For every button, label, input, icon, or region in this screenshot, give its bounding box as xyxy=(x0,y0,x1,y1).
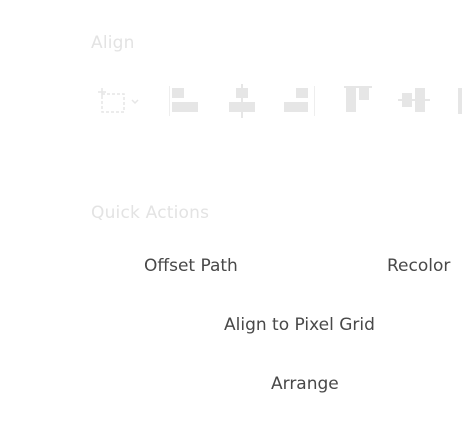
toolbar-divider xyxy=(314,86,315,116)
quick-actions-section-title: Quick Actions xyxy=(91,203,210,223)
align-section-title: Align xyxy=(91,33,135,53)
offset-path-button[interactable]: Offset Path xyxy=(144,256,238,276)
align-to-selection-icon[interactable] xyxy=(94,82,139,118)
vertical-align-bottom-icon[interactable] xyxy=(454,82,463,118)
horizontal-align-left-icon[interactable] xyxy=(170,82,206,118)
horizontal-align-center-icon[interactable] xyxy=(225,82,261,118)
align-toolbar xyxy=(94,82,463,122)
recolor-button[interactable]: Recolor xyxy=(387,256,450,276)
vertical-align-center-icon[interactable] xyxy=(398,82,434,118)
vertical-align-top-icon[interactable] xyxy=(342,82,378,118)
align-to-pixel-grid-button[interactable]: Align to Pixel Grid xyxy=(224,315,375,335)
properties-panel: Align Quick Actions Offset Path Recolor … xyxy=(0,0,463,424)
arrange-button[interactable]: Arrange xyxy=(271,374,339,394)
